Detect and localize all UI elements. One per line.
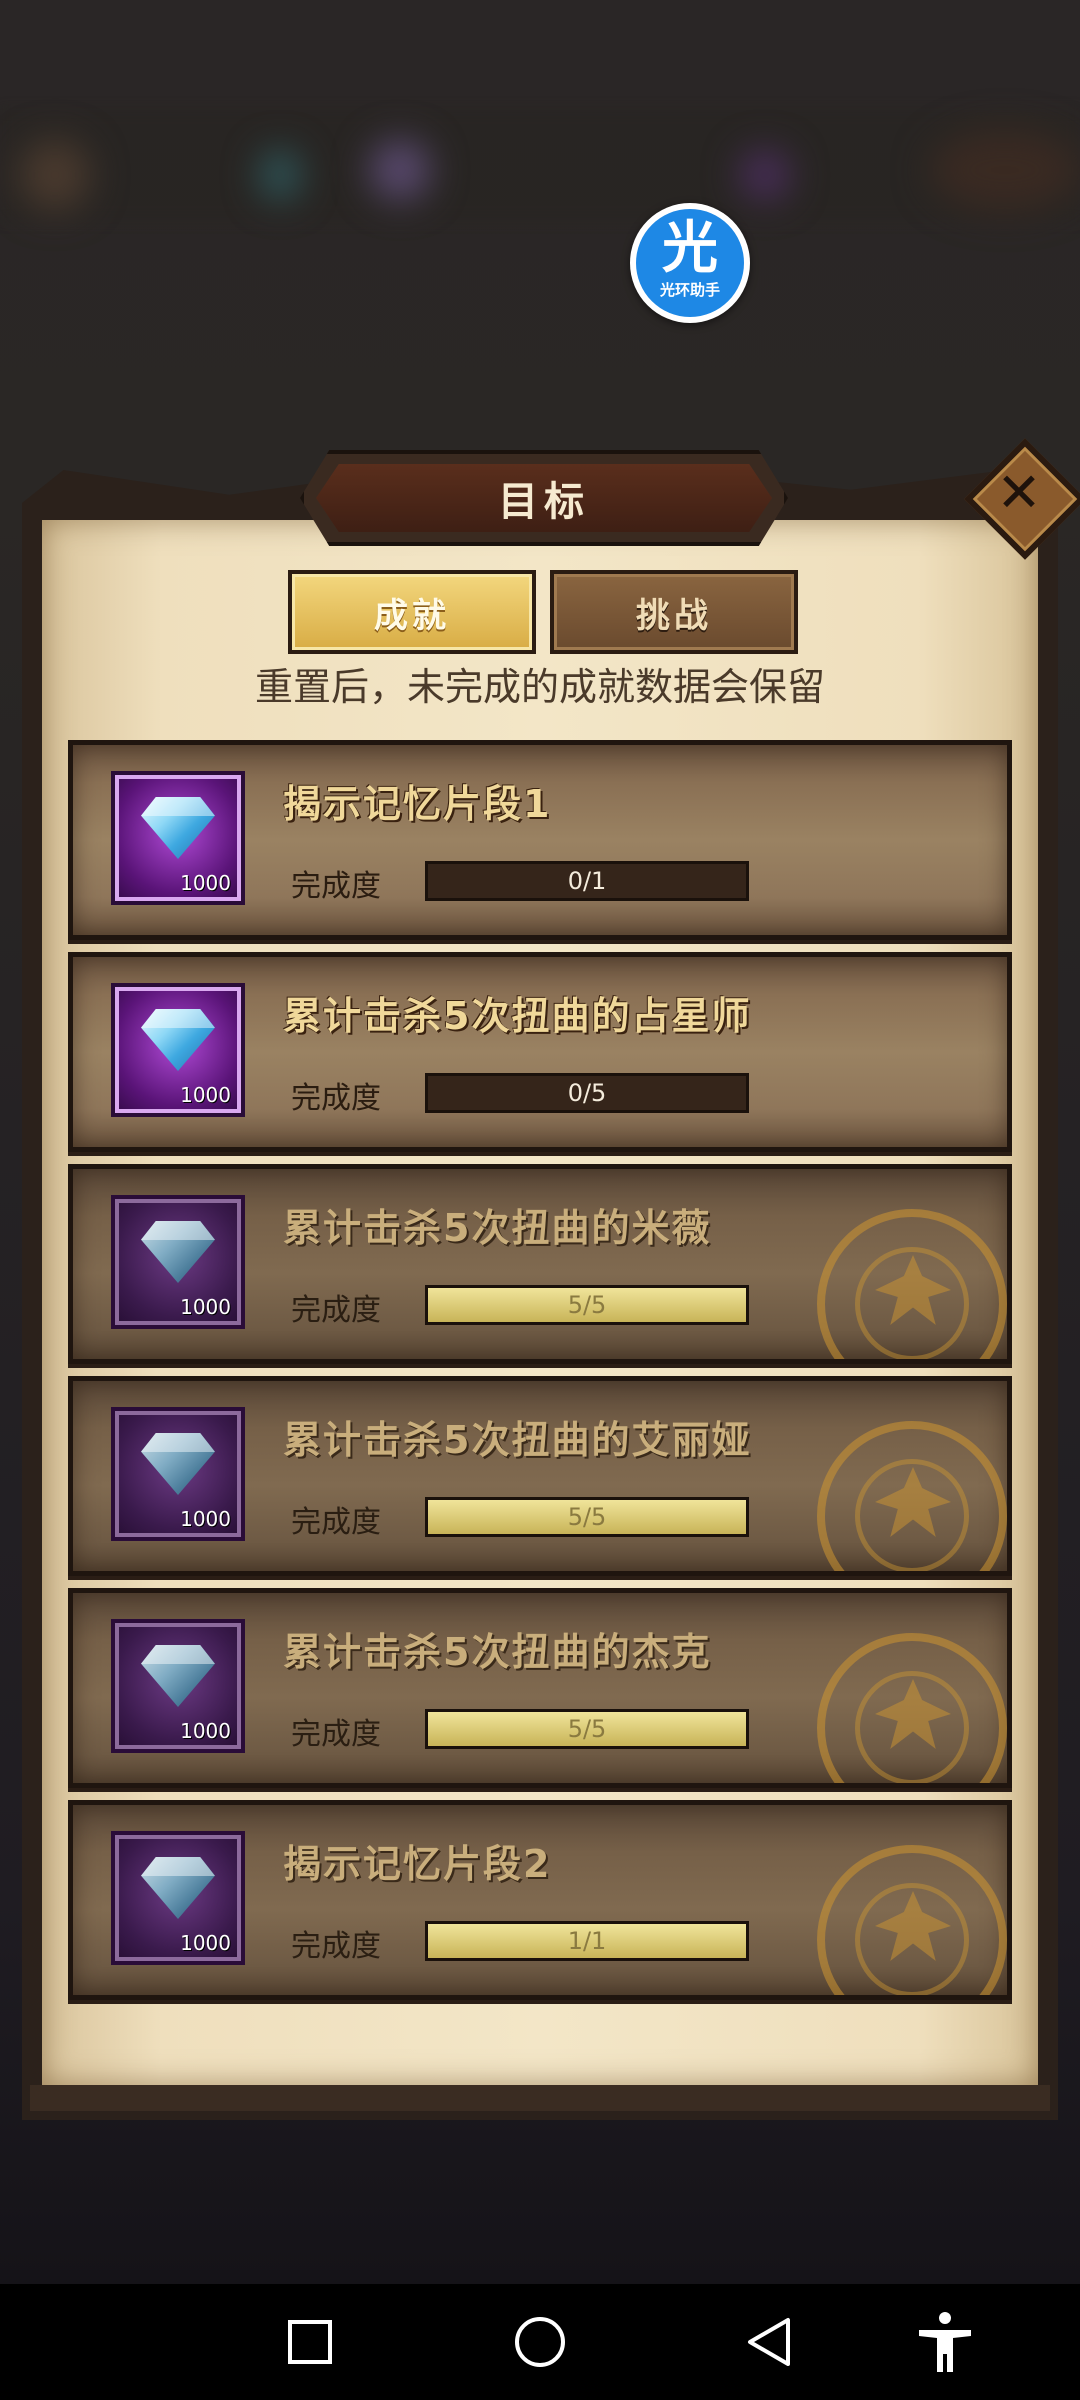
progress-text: 0/5 [567,1079,607,1107]
progress-text: 1/1 [567,1927,607,1955]
progress-label: 完成度 [291,869,381,904]
progress-text: 0/1 [567,867,607,895]
close-button[interactable]: ✕ [964,438,1080,560]
reward-amount: 1000 [180,1083,231,1107]
reward-item[interactable]: 1000 [115,775,241,901]
achievement-title: 累计击杀5次扭曲的艾丽娅 [283,1418,752,1462]
achievement-title: 累计击杀5次扭曲的杰克 [283,1630,712,1674]
accessibility-button[interactable] [885,2284,1005,2400]
progress-text: 5/5 [567,1291,607,1319]
reward-item[interactable]: 1000 [115,1411,241,1537]
progress-bar: 5/5 [425,1709,749,1749]
panel-subtitle: 重置后，未完成的成就数据会保留 [254,665,825,709]
background-blur-spot [740,150,790,200]
achievement-title: 揭示记忆片段2 [283,1842,552,1886]
home-button[interactable] [480,2284,600,2400]
recent-apps-button[interactable] [250,2284,370,2400]
progress-label: 完成度 [291,1505,381,1540]
achievement-title: 揭示记忆片段1 [283,782,552,826]
reward-amount: 1000 [180,1295,231,1319]
guanghuan-helper-icon: 光 光环助手 [636,209,744,317]
achievement-row-completed[interactable]: 1000 累计击杀5次扭曲的杰克 完成度 5/5 [68,1588,1012,1788]
back-icon [748,2318,790,2366]
panel-title: 目标 [498,479,590,525]
panel-bottom-trim [30,2085,1050,2111]
reward-item[interactable]: 1000 [115,987,241,1113]
progress-bar: 0/1 [425,861,749,901]
progress-bar: 5/5 [425,1497,749,1537]
background-blur-spot [20,140,90,210]
guanghuan-helper-badge[interactable]: 光 光环助手 [630,203,750,323]
progress-text: 5/5 [567,1503,607,1531]
reward-amount: 1000 [180,871,231,895]
background-blur-spot [260,150,300,200]
panel-title-plate: 目标 [300,450,788,546]
progress-label: 完成度 [291,1929,381,1964]
achievement-row-completed[interactable]: 1000 揭示记忆片段2 完成度 1/1 [68,1800,1012,2000]
reward-item[interactable]: 1000 [115,1835,241,1961]
achievement-title: 累计击杀5次扭曲的米薇 [283,1206,712,1250]
achievement-row-completed[interactable]: 1000 累计击杀5次扭曲的米薇 完成度 5/5 [68,1164,1012,1364]
tab-achievements[interactable]: 成就 [288,570,536,654]
background-blur-spot [930,130,1080,210]
reward-amount: 1000 [180,1507,231,1531]
achievement-row[interactable]: 1000 累计击杀5次扭曲的占星师 完成度 0/5 [68,952,1012,1152]
helper-badge-label: 光环助手 [659,281,720,299]
completed-stamp-icon [817,1209,1007,1359]
progress-label: 完成度 [291,1717,381,1752]
reward-amount: 1000 [180,1719,231,1743]
tab-challenges[interactable]: 挑战 [550,570,798,654]
progress-text: 5/5 [567,1715,607,1743]
reward-item[interactable]: 1000 [115,1199,241,1325]
achievement-title: 累计击杀5次扭曲的占星师 [283,994,752,1038]
system-navigation-bar [0,2284,1080,2400]
helper-badge-char: 光 [662,216,718,281]
recent-apps-icon [288,2320,332,2364]
achievement-row-completed[interactable]: 1000 累计击杀5次扭曲的艾丽娅 完成度 5/5 [68,1376,1012,1576]
achievement-row[interactable]: 1000 揭示记忆片段1 完成度 0/1 [68,740,1012,940]
reward-amount: 1000 [180,1931,231,1955]
progress-bar: 1/1 [425,1921,749,1961]
progress-label: 完成度 [291,1293,381,1328]
reward-item[interactable]: 1000 [115,1623,241,1749]
completed-stamp-icon [817,1633,1007,1783]
completed-stamp-icon [817,1845,1007,1995]
progress-label: 完成度 [291,1081,381,1116]
progress-bar: 5/5 [425,1285,749,1325]
completed-stamp-icon [817,1421,1007,1571]
progress-bar: 0/5 [425,1073,749,1113]
background-blur-spot [370,140,430,200]
background-top-bar [0,110,1080,220]
home-icon [515,2317,565,2367]
back-button[interactable] [710,2284,830,2400]
accessibility-icon [919,2312,971,2372]
close-icon: ✕ [996,461,1042,524]
